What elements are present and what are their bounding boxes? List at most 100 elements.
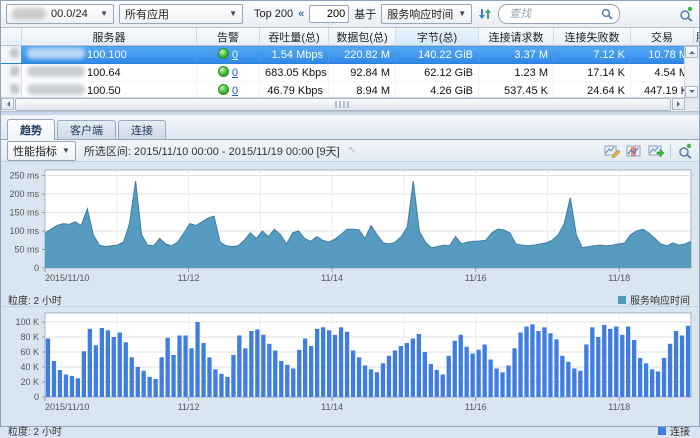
redacted-blur	[12, 8, 46, 20]
packets-cell: 220.82 M	[329, 46, 396, 64]
svg-text:11/14: 11/14	[321, 273, 343, 283]
conn-req-cell: 1.23 M	[479, 64, 554, 82]
server-cell: 100.100	[22, 46, 197, 64]
svg-text:150 ms: 150 ms	[9, 208, 39, 218]
chevron-down-icon: ▼	[229, 10, 237, 18]
alert-count-link[interactable]: 0	[232, 67, 238, 79]
area-chart-footer: 粒度: 2 小时 服务响应时间	[4, 293, 696, 306]
server-address: 100.100	[87, 49, 127, 61]
scroll-right-button[interactable]	[672, 98, 685, 110]
column-header-2[interactable]: 吞吐量(总)	[260, 28, 329, 46]
granularity-label: 粒度: 2 小时	[8, 292, 62, 307]
svg-text:11/12: 11/12	[178, 273, 200, 283]
server-cell: 100.64	[22, 64, 197, 82]
application-select[interactable]: 所有应用 ▼	[119, 4, 243, 24]
legend-label: 连接	[670, 423, 690, 438]
svg-text:250 ms: 250 ms	[9, 171, 39, 181]
status-led-icon	[218, 84, 229, 95]
column-header-1[interactable]: 告警	[197, 28, 260, 46]
advanced-search-icon[interactable]	[678, 6, 694, 22]
network-select[interactable]: 00.0/24 ▼	[6, 4, 114, 24]
redacted-blur	[27, 84, 85, 95]
bar-chart-legend: 连接	[658, 423, 690, 438]
sort-metric-value: 服务响应时间	[387, 6, 453, 22]
column-header-4[interactable]: 字节(总)	[396, 28, 479, 46]
svg-text:11/18: 11/18	[608, 273, 630, 283]
redacted-blur	[27, 66, 85, 77]
server-table-grid: 服务器告警吞吐量(总)数据包(总)字节(总)连接请求数连接失败数交易服务响应时间…	[1, 28, 699, 100]
table-row[interactable]: 100.10001.54 Mbps220.82 M140.22 GiB3.37 …	[1, 46, 699, 64]
horizontal-scrollbar[interactable]	[1, 97, 685, 111]
table-row[interactable]: 100.640683.05 Kbps92.84 M62.12 GiB1.23 M…	[1, 64, 699, 82]
alerts-cell: 0	[197, 64, 260, 82]
svg-text:11/12: 11/12	[178, 402, 200, 412]
svg-text:0: 0	[34, 392, 39, 402]
table-header-row: 服务器告警吞吐量(总)数据包(总)字节(总)连接请求数连接失败数交易服务响应时间	[1, 28, 699, 46]
svg-text:11/18: 11/18	[608, 402, 630, 412]
legend-swatch	[618, 296, 626, 304]
legend-label: 服务响应时间	[630, 292, 690, 307]
server-address: 100.64	[87, 67, 121, 79]
svg-text:20 K: 20 K	[20, 377, 39, 387]
horizontal-scroll-thumb[interactable]	[15, 98, 671, 111]
conn-fail-cell: 7.12 K	[554, 46, 631, 64]
packets-cell: 92.84 M	[329, 64, 396, 82]
collapse-toggle[interactable]: «	[298, 8, 304, 20]
scroll-up-button[interactable]	[685, 46, 698, 58]
search-box[interactable]	[498, 4, 620, 24]
svg-text:50 ms: 50 ms	[14, 245, 39, 255]
trend-toolbar: 性能指标 ▼ 所选区间: 2015/11/10 00:00 - 2015/11/…	[1, 140, 699, 162]
column-header-5[interactable]: 连接请求数	[479, 28, 554, 46]
tab-0[interactable]: 趋势	[7, 119, 55, 140]
svg-text:100 K: 100 K	[15, 317, 39, 327]
alert-count-link[interactable]: 0	[232, 85, 238, 97]
tab-2[interactable]: 连接	[118, 120, 166, 139]
alert-count-link[interactable]: 0	[232, 49, 238, 61]
zoom-selection-icon[interactable]	[626, 143, 642, 159]
edit-chart-icon[interactable]	[604, 143, 620, 159]
search-icon[interactable]	[599, 6, 615, 22]
svg-text:11/16: 11/16	[465, 273, 487, 283]
svg-text:2015/11/10: 2015/11/10	[45, 402, 89, 412]
throughput-cell: 683.05 Kbps	[260, 64, 329, 82]
scroll-down-button[interactable]	[685, 86, 698, 98]
top-n-input[interactable]	[309, 5, 349, 23]
column-header-0[interactable]: 服务器	[22, 28, 197, 46]
column-header-8[interactable]: 服务响应时间	[694, 28, 700, 46]
alerts-cell: 0	[197, 46, 260, 64]
column-header-6[interactable]: 连接失败数	[554, 28, 631, 46]
sort-metric-select[interactable]: 服务响应时间 ▼	[381, 4, 472, 24]
scroll-left-button[interactable]	[1, 98, 14, 110]
svg-text:100 ms: 100 ms	[9, 226, 39, 236]
search-input[interactable]	[507, 7, 595, 21]
svg-text:11/14: 11/14	[321, 402, 343, 412]
area-chart-legend: 服务响应时间	[618, 292, 690, 307]
server-address: 100.50	[87, 85, 121, 97]
vertical-scrollbar[interactable]	[684, 46, 699, 98]
response-time-area-chart[interactable]: 050 ms100 ms150 ms200 ms250 ms2015/11/10…	[4, 164, 696, 290]
conn-fail-cell: 17.14 K	[554, 64, 631, 82]
tab-1[interactable]: 客户端	[57, 120, 116, 139]
status-led-icon	[218, 48, 229, 59]
top-n-label: Top 200	[254, 8, 293, 20]
sort-order-icon[interactable]	[477, 6, 493, 22]
based-on-label: 基于	[354, 6, 376, 22]
chart-search-icon[interactable]	[677, 143, 693, 159]
column-header-7[interactable]: 交易	[631, 28, 694, 46]
svg-text:0: 0	[34, 263, 39, 273]
legend-swatch	[658, 427, 666, 435]
metric-type-button[interactable]: 性能指标 ▼	[7, 141, 76, 161]
chevron-down-icon: ▼	[458, 10, 466, 18]
network-select-value: 00.0/24	[51, 8, 95, 20]
export-chart-icon[interactable]	[648, 143, 664, 159]
bar-chart-footer: 粒度: 2 小时 连接	[4, 424, 696, 437]
server-table: 服务器告警吞吐量(总)数据包(总)字节(总)连接请求数连接失败数交易服务响应时间…	[1, 28, 699, 112]
connections-bar-chart[interactable]: 020 K40 K60 K80 K100 K2015/11/1011/1211/…	[4, 309, 696, 421]
metric-type-label: 性能指标	[13, 143, 57, 159]
svg-text:80 K: 80 K	[20, 332, 39, 342]
row-gutter	[1, 64, 22, 82]
column-gutter[interactable]	[1, 28, 22, 46]
redacted-blur	[10, 84, 19, 94]
column-header-3[interactable]: 数据包(总)	[329, 28, 396, 46]
chevron-down-icon: ▼	[62, 147, 70, 155]
